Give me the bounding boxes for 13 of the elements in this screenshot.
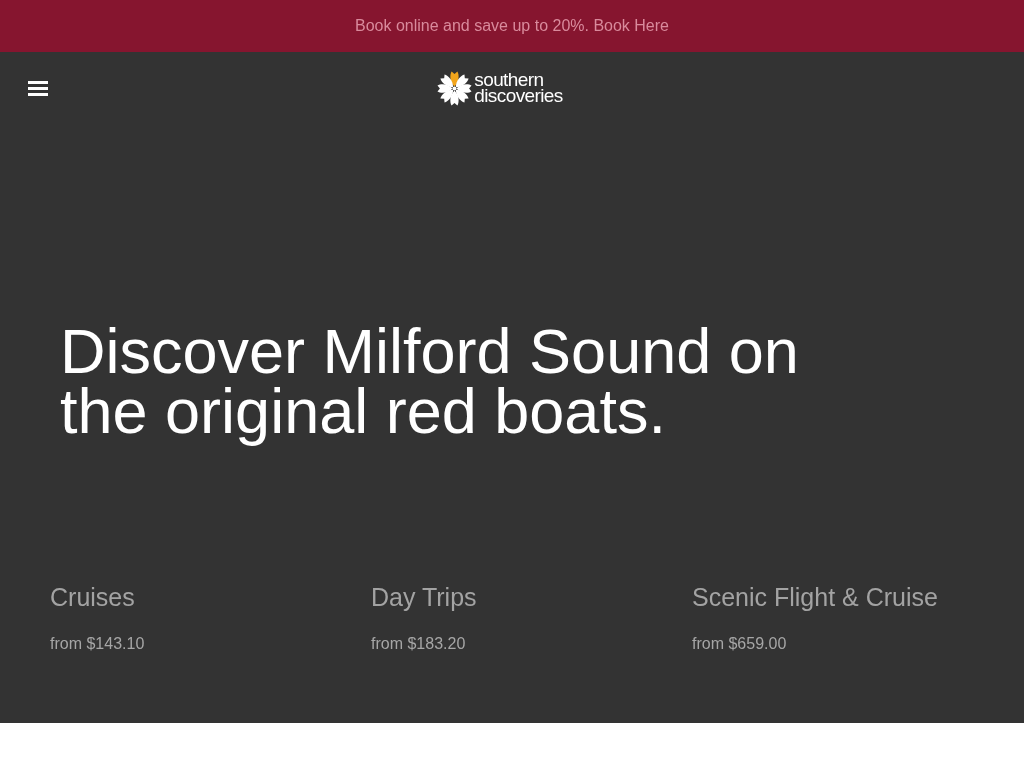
category-title-link[interactable]: Scenic Flight & Cruise — [692, 582, 938, 612]
logo-link[interactable]: southern discoveries — [437, 70, 563, 106]
category-title-link[interactable]: Cruises — [50, 582, 135, 612]
category-title-link[interactable]: Day Trips — [371, 582, 477, 612]
menu-button[interactable] — [26, 78, 50, 98]
menu-icon — [28, 80, 48, 96]
flower-logo-icon — [437, 70, 473, 106]
price-text: from $183.20 — [371, 634, 466, 654]
price-text: from $143.10 — [50, 634, 145, 654]
book-here-link[interactable]: Book Here — [593, 17, 669, 34]
hero-heading: Discover Milford Sound on the original red boats. — [60, 316, 800, 448]
promo-text: Book online and save up to 20%. Book Here — [355, 16, 669, 36]
price-text: from $659.00 — [692, 634, 787, 654]
